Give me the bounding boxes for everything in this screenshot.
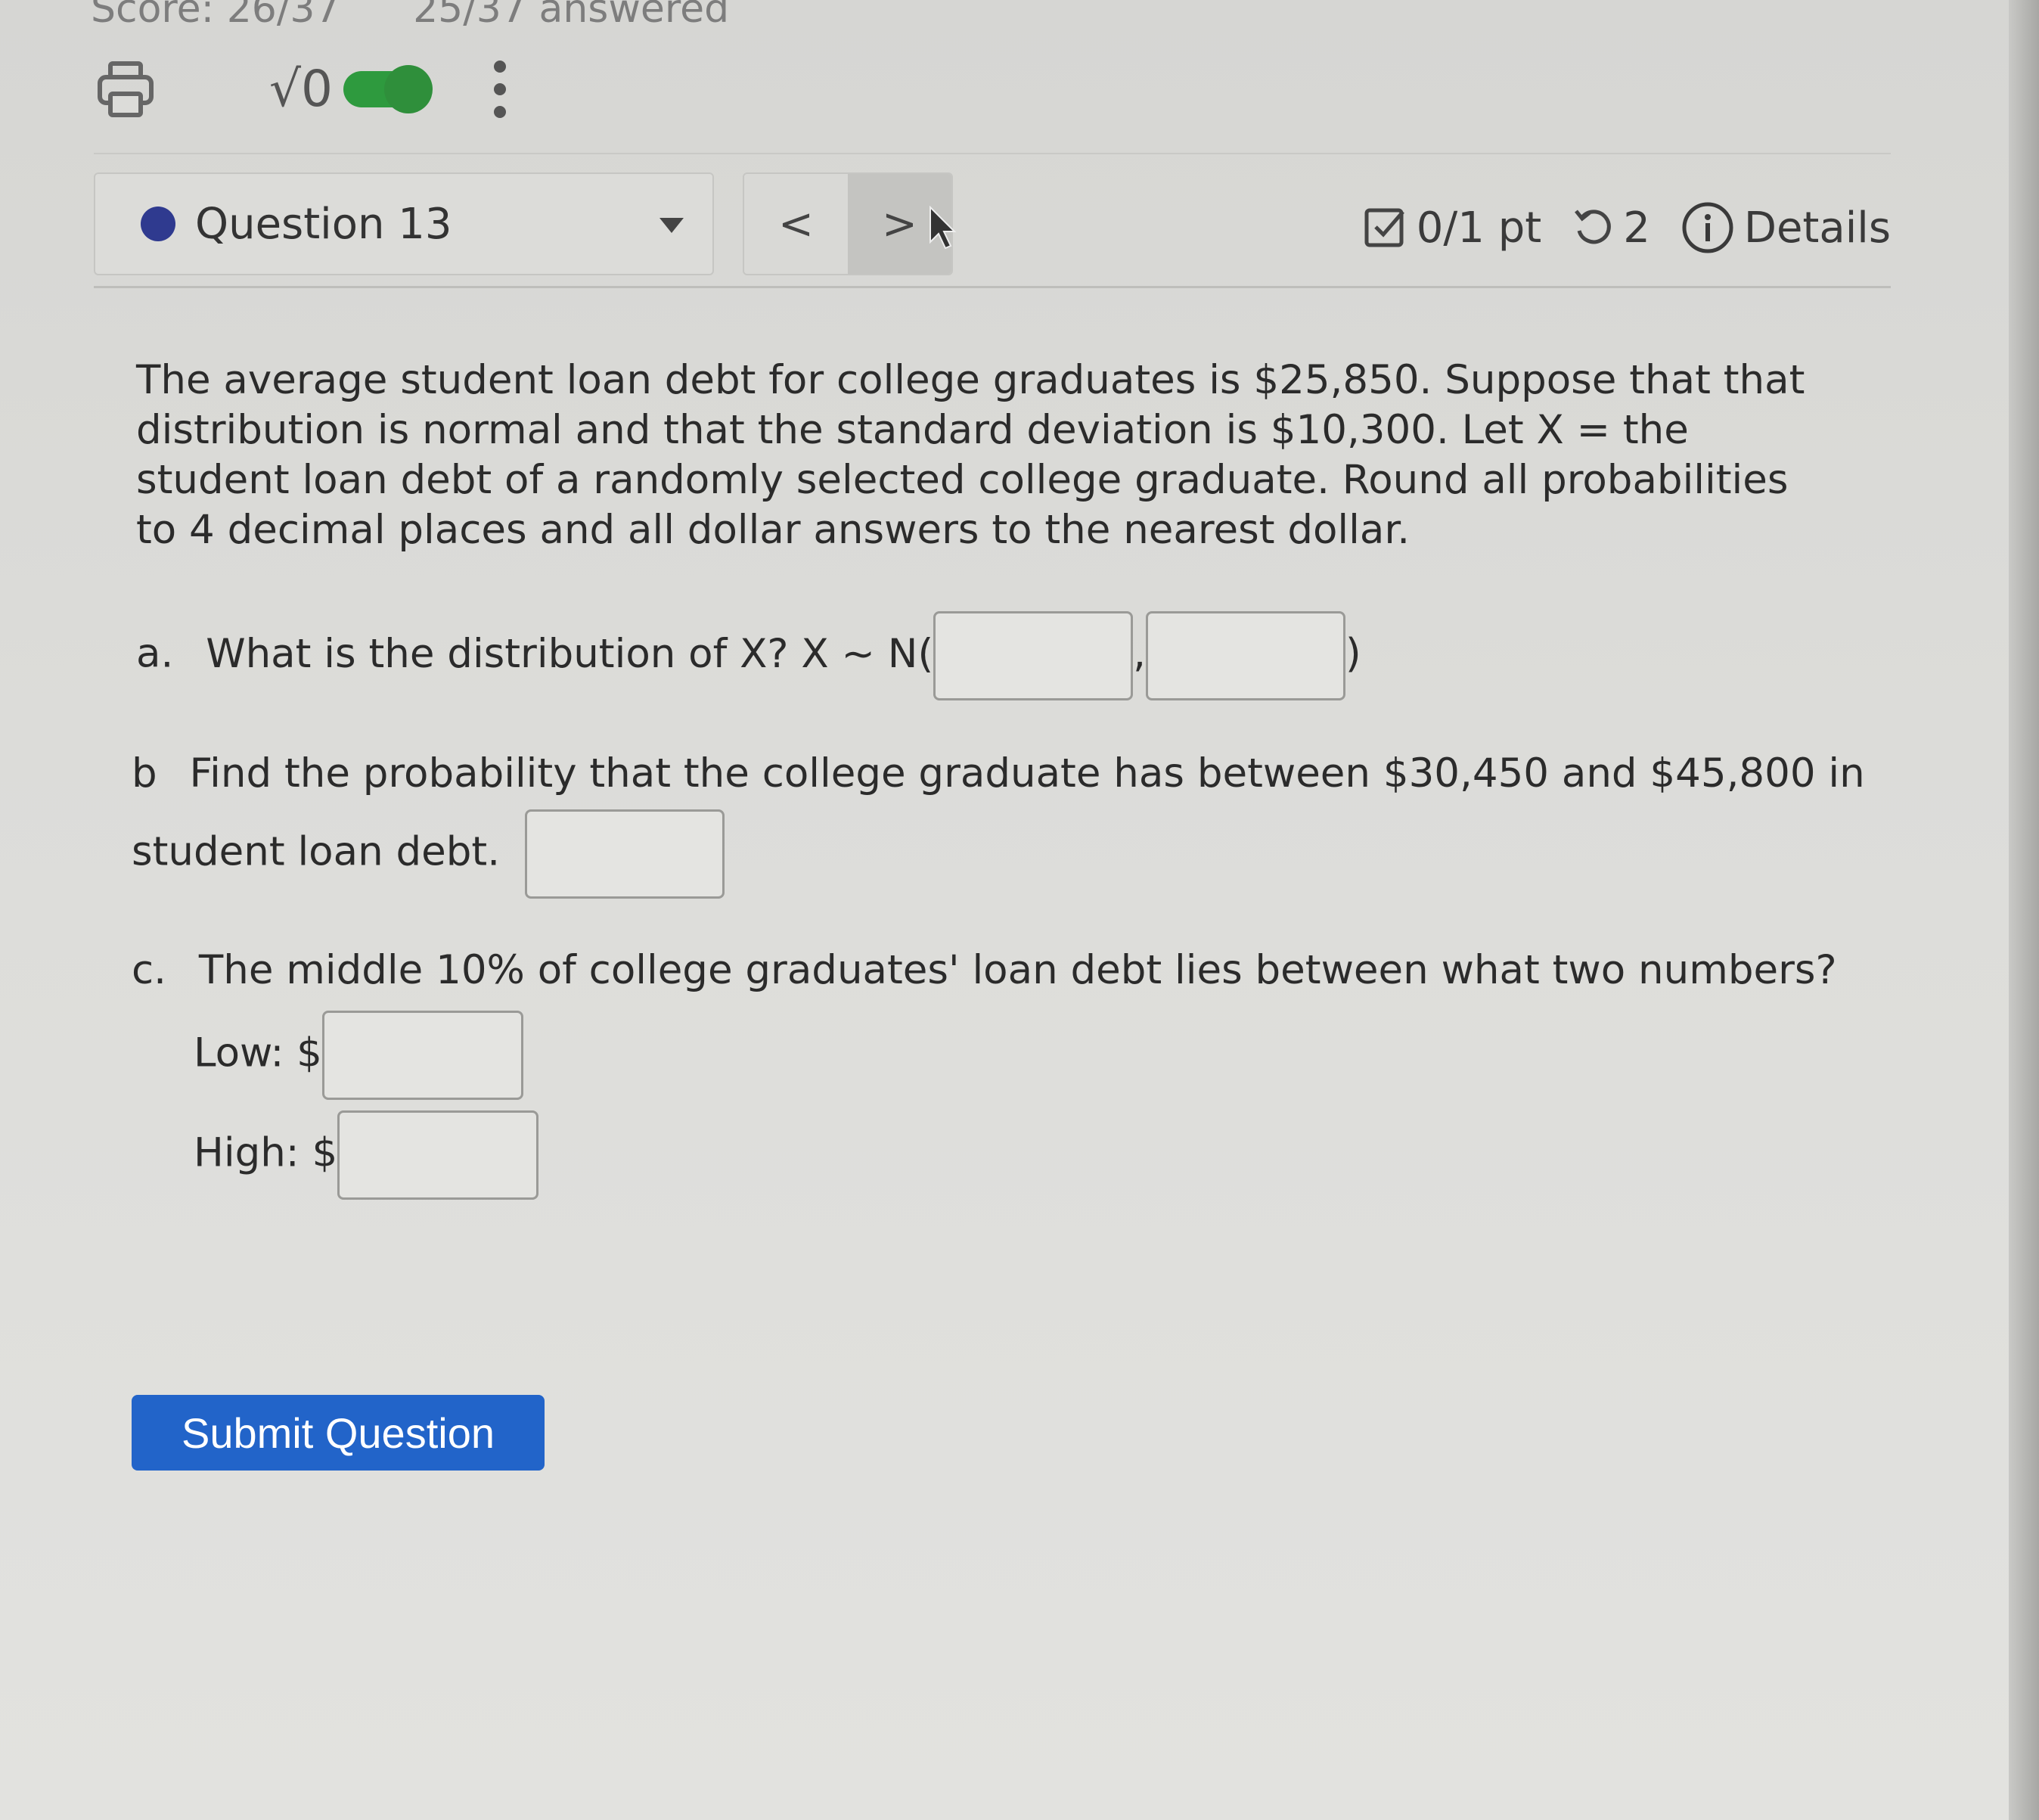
score-strip: Score: 26/37 25/37 answered	[91, 0, 790, 32]
mouse-cursor-icon	[927, 205, 957, 254]
math-toggle-switch[interactable]	[343, 65, 433, 113]
question-meta: 0/1 pt 2 Details	[1333, 194, 1891, 262]
high-row: High: $	[194, 1110, 539, 1200]
part-a-text: What is the distribution of X? X ~ N(	[206, 630, 934, 677]
prev-question-button[interactable]: <	[744, 174, 848, 274]
part-c-text: The middle 10% of college graduates' loa…	[198, 947, 1837, 993]
info-icon	[1682, 202, 1733, 253]
high-input[interactable]	[337, 1110, 539, 1200]
math-input-toggle-label: √0	[269, 60, 334, 118]
std-dev-input[interactable]	[1146, 611, 1345, 700]
question-select[interactable]: Question 13	[94, 172, 714, 275]
part-a-separator: ,	[1133, 630, 1146, 677]
part-c: c. The middle 10% of college graduates' …	[132, 946, 1837, 995]
high-label: High: $	[194, 1129, 338, 1176]
retries-indicator: 2	[1572, 203, 1650, 253]
low-input[interactable]	[321, 1011, 523, 1100]
details-label: Details	[1743, 203, 1891, 253]
more-options-icon[interactable]	[489, 57, 511, 121]
part-b: b Find the probability that the college …	[132, 749, 1865, 799]
points-indicator: 0/1 pt	[1364, 203, 1541, 253]
dropdown-caret-icon	[659, 218, 684, 233]
checkbox-icon	[1364, 208, 1404, 247]
retry-icon	[1575, 210, 1612, 244]
part-b-line1: Find the probability that the college gr…	[189, 750, 1865, 797]
part-b-line2-row: student loan debt.	[132, 809, 725, 899]
question-body: The average student loan debt for colleg…	[132, 356, 1876, 1200]
part-a-close: )	[1345, 630, 1361, 677]
question-status-dot	[141, 207, 175, 241]
mean-input[interactable]	[933, 611, 1134, 700]
screen-bezel	[2009, 0, 2039, 1820]
submit-question-button[interactable]: Submit Question	[132, 1395, 545, 1471]
question-label: Question 13	[195, 199, 452, 249]
points-text: 0/1 pt	[1416, 203, 1542, 253]
page: Score: 26/37 25/37 answered √0 Question …	[0, 0, 2039, 1820]
part-b-prefix: b	[132, 750, 157, 797]
part-b-line2: student loan debt.	[132, 828, 501, 875]
part-a-prefix: a.	[136, 630, 174, 677]
low-label: Low: $	[194, 1030, 322, 1076]
probability-input[interactable]	[524, 809, 725, 899]
answered-text: 25/37 answered	[413, 0, 730, 32]
print-icon[interactable]	[95, 59, 156, 120]
divider	[94, 153, 1891, 154]
question-nav-buttons: < >	[743, 172, 953, 275]
part-c-prefix: c.	[132, 947, 166, 993]
score-text: Score: 26/37	[91, 0, 340, 32]
retries-text: 2	[1623, 203, 1650, 253]
question-bar: Question 13 < > 0/1 pt 2 Details	[94, 172, 1891, 286]
part-a: a. What is the distribution of X? X ~ N(…	[136, 611, 1361, 700]
low-row: Low: $	[194, 1011, 523, 1100]
details-link[interactable]: Details	[1681, 200, 1891, 255]
question-divider	[94, 286, 1891, 288]
question-intro: The average student loan debt for colleg…	[136, 357, 1805, 553]
toolbar: √0	[95, 51, 511, 127]
